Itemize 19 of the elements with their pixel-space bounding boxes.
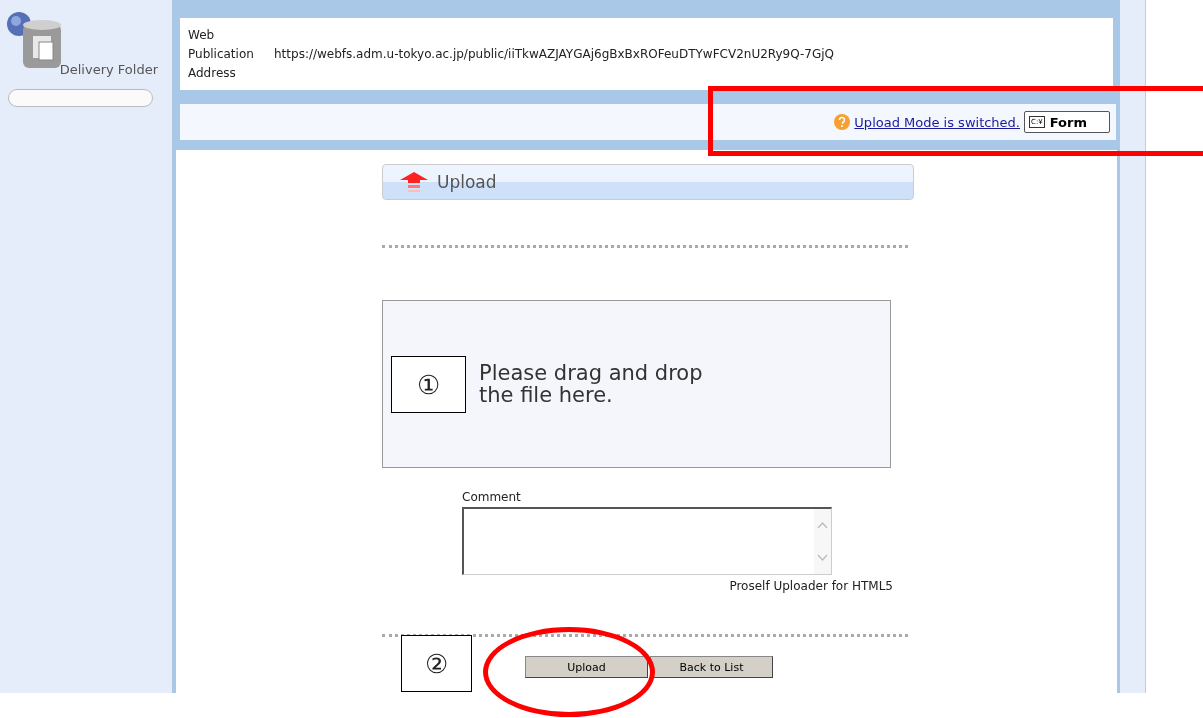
callout-marker: ① [391, 356, 466, 413]
scroll-down-icon[interactable] [817, 554, 828, 562]
folder-title: Delivery Folder [58, 62, 158, 77]
upload-arrow-icon [399, 171, 429, 193]
scrollbar[interactable] [814, 509, 831, 574]
callout-marker: ② [401, 635, 472, 692]
panel-title: Upload [437, 172, 497, 192]
comment-label: Comment [462, 490, 522, 504]
publication-url: https://webfs.adm.u-tokyo.ac.jp/public/iiTkwAZJAYGAj6gBxBxROFeuDTYwFCV2nU2Ry9Q-7GjQ [274, 47, 835, 61]
help-icon [834, 114, 851, 130]
drop-instruction: Please drag and drop the file here. [479, 362, 704, 406]
upload-mode-link[interactable]: Upload Mode is switched. [854, 114, 1020, 130]
comment-field[interactable] [462, 507, 832, 575]
search-field[interactable] [8, 89, 153, 107]
publication-label: Web Publication Address [188, 26, 255, 82]
uploader-note: Proself Uploader for HTML5 [728, 579, 893, 593]
action-button[interactable]: Back to List [650, 656, 773, 678]
scroll-up-icon[interactable] [817, 521, 828, 529]
action-button[interactable]: Upload [525, 656, 648, 678]
